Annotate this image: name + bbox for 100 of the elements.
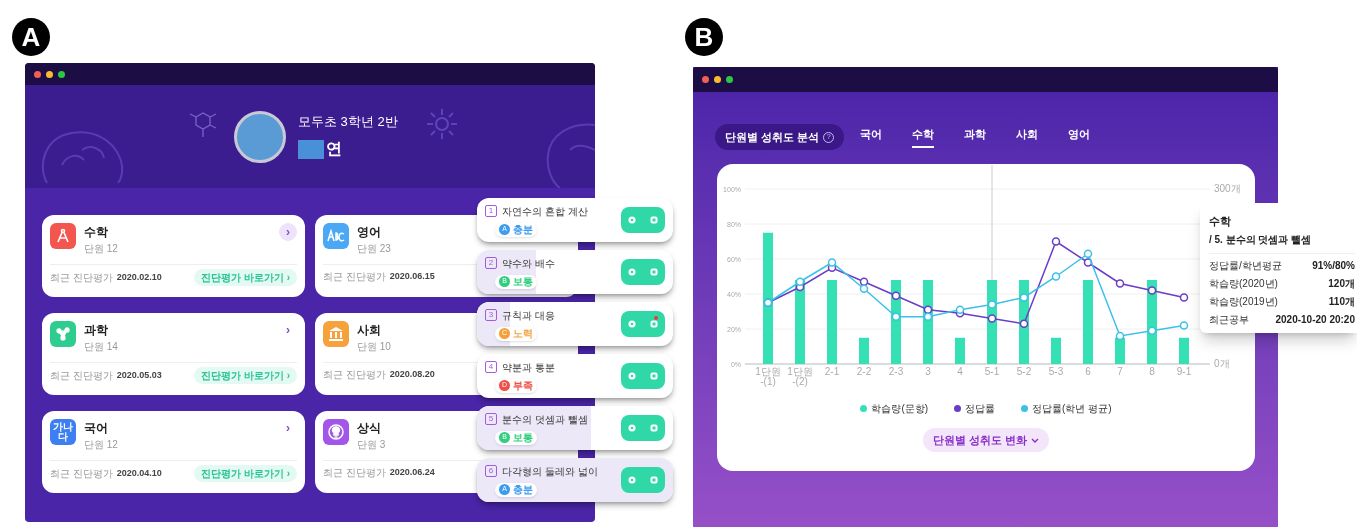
circle-icon [628, 268, 636, 276]
legend-label: 정답률 [965, 402, 996, 416]
recent-date: 2020.06.15 [389, 269, 435, 283]
subject-card[interactable]: 과학 단원 14 › 최근 진단평가 2020.05.03 진단평가 바로가기 › [42, 313, 305, 395]
gear-icon [425, 107, 459, 141]
unit-number: 3 [485, 309, 497, 321]
subject-tab[interactable]: 과학 [964, 126, 987, 148]
point [1115, 279, 1125, 288]
compass-icon [55, 228, 71, 244]
avatar [234, 110, 286, 163]
subject-tab[interactable]: 수학 [912, 126, 935, 148]
grade-label: 부족 [513, 379, 533, 392]
square-icon [650, 424, 658, 432]
grade-label: 노력 [513, 327, 533, 340]
unit-number: 4 [485, 361, 497, 373]
point [859, 277, 869, 286]
circle-icon [628, 424, 636, 432]
recent-label: 최근 진단평가 [50, 467, 113, 481]
point [891, 291, 901, 300]
student-name: 연 [326, 139, 342, 160]
square-icon [650, 216, 658, 224]
point [1019, 293, 1029, 302]
unit-title: 약수와 배수 [502, 256, 555, 271]
x-axis-label: 1단원-(1) [755, 366, 781, 387]
lightbulb-icon [328, 424, 344, 440]
molecule-icon [55, 326, 71, 342]
tooltip-label: 학습량(2020년) [1209, 276, 1278, 291]
chevron-button[interactable]: › [279, 321, 297, 339]
point [1147, 286, 1157, 295]
subject-title: 상식 [357, 420, 381, 437]
subject-card[interactable]: 가나다 국어 단원 12 › 최근 진단평가 2020.04.10 진단평가 바로가기 › [42, 411, 305, 493]
point [987, 314, 997, 323]
unit-count: 단원 14 [84, 340, 118, 354]
section-title: 단원별 성취도 분석 [725, 129, 820, 145]
x-axis-label: 5-1 [984, 366, 1000, 377]
bar [1051, 337, 1061, 364]
chevron-down-icon [1031, 437, 1040, 443]
subject-title: 사회 [357, 322, 381, 339]
recent-date: 2020.02.10 [116, 270, 162, 284]
point [1179, 321, 1189, 330]
point [1051, 272, 1061, 281]
subject-title: 국어 [84, 420, 108, 437]
subject-tab[interactable]: 사회 [1016, 126, 1039, 148]
hangul-icon: 가나다 [52, 422, 74, 442]
point [1147, 326, 1157, 335]
grade-label: 보통 [513, 275, 533, 288]
circle-icon [628, 320, 636, 328]
point [955, 305, 965, 314]
grade-label: 보통 [513, 431, 533, 444]
letters-icon [327, 229, 345, 243]
panel-label: B [685, 18, 723, 56]
tooltip-label: 정답률/학년평균 [1209, 258, 1282, 273]
chevron-button[interactable]: › [279, 223, 297, 241]
point [1179, 293, 1189, 302]
tooltip-label: 최근공부 [1209, 312, 1249, 327]
unit-number: 5 [485, 413, 497, 425]
recent-label: 최근 진단평가 [323, 270, 386, 284]
x-axis-label: 8 [1149, 366, 1155, 377]
point [987, 300, 997, 309]
x-axis-label: 9-1 [1176, 366, 1192, 377]
recent-label: 최근 진단평가 [50, 271, 113, 285]
recent-label: 최근 진단평가 [323, 368, 386, 382]
point [923, 312, 933, 321]
x-axis-label: 5-3 [1048, 366, 1064, 377]
point [1051, 237, 1061, 246]
grade-label: 충분 [513, 223, 533, 236]
chevron-button[interactable]: › [279, 419, 297, 437]
bar [1179, 337, 1189, 364]
right-axis-label: 300개 [1214, 183, 1241, 194]
subject-tab[interactable]: 영어 [1068, 126, 1091, 148]
recent-date: 2020.06.24 [389, 465, 435, 479]
tooltip-value: 110개 [1328, 294, 1355, 309]
x-axis-label: 6 [1085, 366, 1091, 377]
panel-label: A [12, 18, 50, 56]
right-axis-label: 0개 [1214, 358, 1230, 369]
x-axis-label: 2-3 [888, 366, 904, 377]
unit-count: 단원 10 [357, 340, 391, 354]
unit-number: 2 [485, 257, 497, 269]
recent-date: 2020.08.20 [389, 367, 435, 381]
bar [955, 337, 965, 364]
bar [859, 337, 869, 364]
tooltip-title: 수학 [1209, 214, 1232, 229]
grade-label: 충분 [513, 483, 533, 496]
circle-icon [628, 476, 636, 484]
square-icon [650, 268, 658, 276]
subject-card[interactable]: 수학 단원 12 › 최근 진단평가 2020.02.10 진단평가 바로가기 › [42, 215, 305, 297]
unit-number: 1 [485, 205, 497, 217]
legend-label: 정답률(학년 평균) [1032, 402, 1112, 416]
point [795, 277, 805, 286]
class-label: 모두초 3학년 2반 [298, 112, 398, 131]
circle-icon [628, 216, 636, 224]
subject-title: 수학 [84, 224, 108, 241]
subject-tab[interactable]: 국어 [860, 126, 883, 148]
point [1019, 319, 1029, 328]
x-axis-label: 4 [957, 366, 963, 377]
toggle-button[interactable]: 단원별 성취도 변화 [922, 428, 1050, 452]
square-icon [650, 476, 658, 484]
square-icon [650, 320, 658, 328]
unit-count: 단원 12 [84, 438, 118, 452]
point [1083, 249, 1093, 258]
